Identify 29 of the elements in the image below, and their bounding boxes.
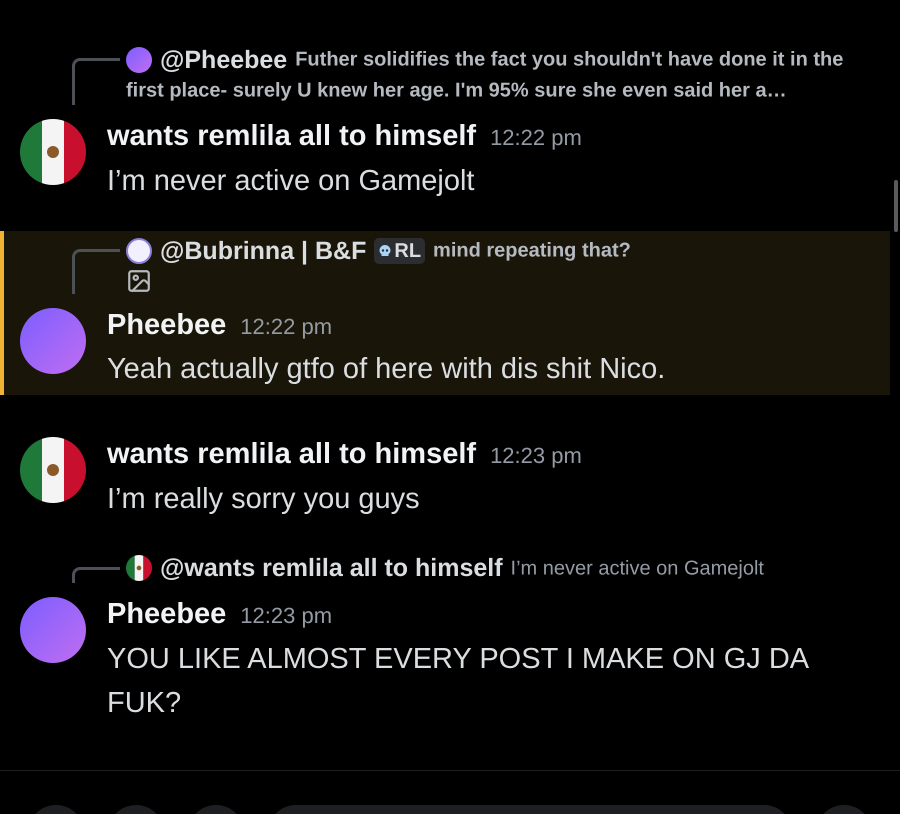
flag-avatar-icon [20, 437, 86, 504]
reply-connector [72, 58, 120, 106]
reply-preview[interactable]: @wants remlila all to himself I’m never active on Gamejolt [126, 552, 860, 584]
author-name[interactable]: Pheebee [107, 304, 226, 348]
reply-author[interactable]: @Bubrinna | B&F [160, 236, 366, 265]
message-text: I’m never active on Gamejolt [107, 164, 476, 199]
scrollbar-thumb[interactable] [894, 180, 898, 232]
timestamp: 12:22 pm [240, 312, 332, 341]
skull-icon [378, 244, 392, 258]
author-name[interactable]: Pheebee [107, 593, 226, 637]
author-name[interactable]: wants remlila all to himself [107, 115, 476, 159]
reply-connector [72, 248, 120, 294]
message-text: I’m really sorry you guys [107, 482, 421, 517]
reply-author[interactable]: @Pheebee [160, 46, 288, 74]
avatar-placeholder [126, 46, 152, 73]
timestamp: 12:23 pm [240, 602, 332, 630]
timestamp: 12:23 pm [490, 442, 582, 470]
timestamp: 12:22 pm [490, 124, 582, 152]
reply-preview[interactable]: @Bubrinna | B&F RL mind repeating that? [126, 234, 860, 266]
flag-avatar-icon [20, 119, 86, 186]
reply-author[interactable]: @wants remlila all to himself [160, 554, 503, 582]
message-text: YOU LIKE ALMOST EVERY POST I MAKE ON GJ DA FUK? [107, 642, 810, 721]
message-text: Yeah actually gtfo of here with dis shit Nico. [107, 352, 666, 388]
flag-avatar-icon [126, 555, 152, 582]
reply-preview[interactable]: @Pheebee Futher solidifies the fact you shouldn't have done it in the first place- surely U knew her age. I'm 95% sure she even said her a… [126, 44, 860, 106]
avatar-placeholder [126, 238, 152, 264]
reply-connector [72, 566, 120, 584]
author-name[interactable]: wants remlila all to himself [107, 433, 476, 477]
role-tag: RL [374, 238, 426, 264]
